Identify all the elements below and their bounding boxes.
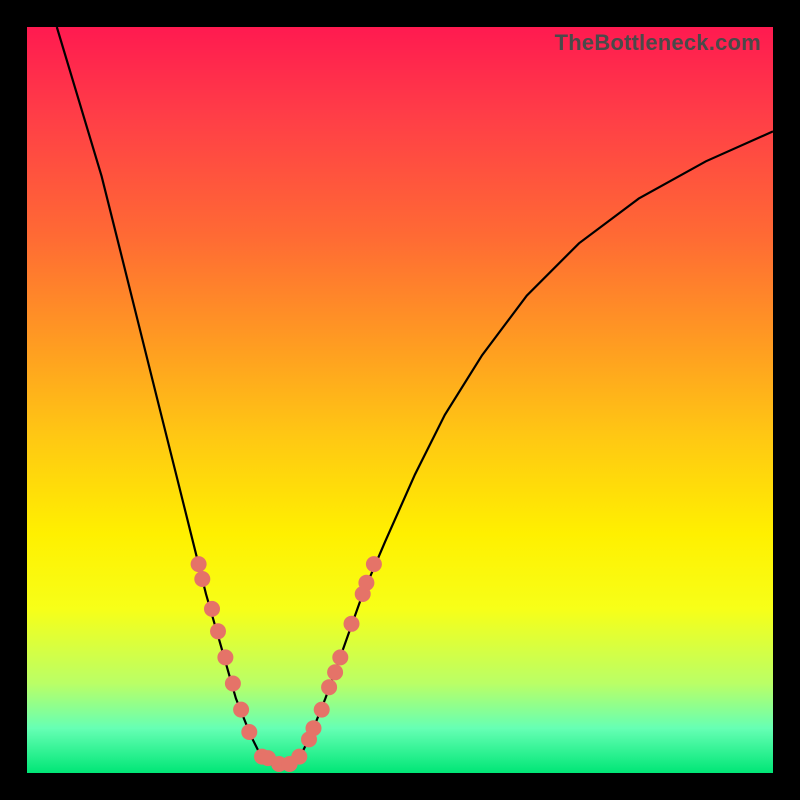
chart-frame: TheBottleneck.com bbox=[0, 0, 800, 800]
data-point bbox=[327, 664, 343, 680]
data-point bbox=[291, 749, 307, 765]
data-point bbox=[210, 623, 226, 639]
data-point bbox=[217, 649, 233, 665]
bottleneck-curve bbox=[57, 27, 773, 766]
chart-svg bbox=[27, 27, 773, 773]
data-point bbox=[204, 601, 220, 617]
data-point bbox=[344, 616, 360, 632]
data-points bbox=[191, 556, 382, 772]
data-point bbox=[358, 575, 374, 591]
data-point bbox=[314, 702, 330, 718]
data-point bbox=[332, 649, 348, 665]
data-point bbox=[321, 679, 337, 695]
data-point bbox=[225, 676, 241, 692]
data-point bbox=[241, 724, 257, 740]
data-point bbox=[366, 556, 382, 572]
data-point bbox=[233, 702, 249, 718]
data-point bbox=[194, 571, 210, 587]
data-point bbox=[191, 556, 207, 572]
plot-area: TheBottleneck.com bbox=[27, 27, 773, 773]
data-point bbox=[306, 720, 322, 736]
